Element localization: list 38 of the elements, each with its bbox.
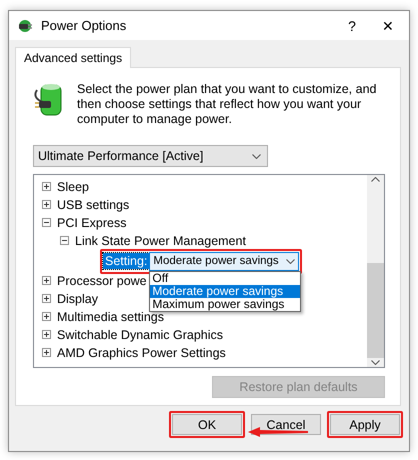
description-text: Select the power plan that you want to customize, and then choose settings that reflect how you want your computer to manage power. — [77, 82, 377, 127]
tree-item[interactable]: AMD Graphics Power Settings — [57, 346, 226, 360]
tree-item[interactable]: Sleep — [57, 180, 89, 194]
tree-item[interactable]: Processor powe — [57, 274, 147, 288]
tree-item[interactable]: PCI Express — [57, 216, 126, 230]
dropdown-option[interactable]: Maximum power savings — [150, 298, 300, 310]
scrollbar[interactable] — [367, 175, 384, 367]
tree-item[interactable]: Multimedia settings — [57, 310, 164, 324]
chevron-up-icon — [371, 177, 380, 182]
chevron-down-icon — [371, 360, 380, 365]
expand-icon[interactable] — [42, 276, 51, 285]
expand-icon[interactable] — [42, 294, 51, 303]
tree-item[interactable]: Display — [57, 292, 98, 306]
help-button[interactable]: ? — [337, 18, 367, 34]
power-plug-icon — [17, 18, 35, 34]
plan-dropdown[interactable]: Ultimate Performance [Active] — [33, 145, 268, 167]
dropdown-option[interactable]: Moderate power savings — [150, 284, 300, 298]
expand-icon[interactable] — [42, 312, 51, 321]
dialog-button[interactable]: Apply — [330, 414, 400, 435]
chevron-down-icon — [252, 154, 261, 158]
expand-icon[interactable] — [42, 182, 51, 191]
window-title: Power Options — [41, 18, 128, 33]
chevron-down-icon — [286, 258, 296, 264]
collapse-icon[interactable] — [42, 218, 51, 227]
tree-item[interactable]: USB settings — [57, 198, 130, 212]
expand-icon[interactable] — [42, 200, 51, 209]
tree-item[interactable]: Link State Power Management — [75, 234, 246, 248]
close-button[interactable]: ✕ — [373, 18, 403, 34]
dialog-button[interactable]: OK — [172, 414, 242, 435]
setting-dropdown[interactable]: Moderate power savings — [149, 252, 300, 270]
tree-item[interactable]: Switchable Dynamic Graphics — [57, 328, 224, 342]
dropdown-option[interactable]: Off — [150, 272, 300, 284]
expand-icon[interactable] — [42, 330, 51, 339]
setting-label: Setting: — [103, 253, 150, 269]
tab[interactable]: Advanced settings — [15, 47, 132, 68]
collapse-icon[interactable] — [60, 236, 69, 245]
expand-icon[interactable] — [42, 348, 51, 357]
dialog-button[interactable]: Cancel — [251, 414, 321, 435]
